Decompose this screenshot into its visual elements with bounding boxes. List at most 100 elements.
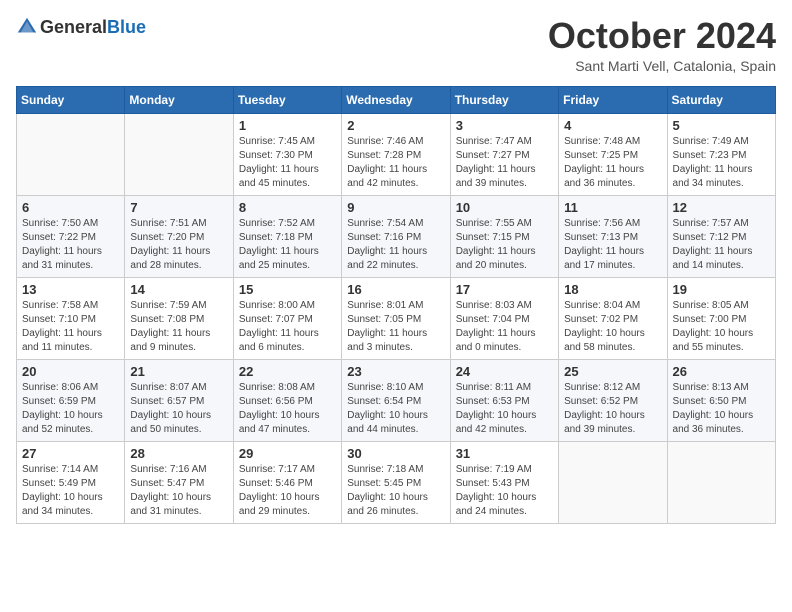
day-detail: Sunrise: 7:52 AM Sunset: 7:18 PM Dayligh… (239, 217, 336, 273)
sunrise-text: Sunrise: 7:50 AM (22, 218, 98, 229)
sunset-text: Sunset: 7:18 PM (239, 232, 313, 243)
day-number: 14 (130, 282, 227, 297)
daylight-text: Daylight: 11 hours and 34 minutes. (673, 164, 753, 189)
sunrise-text: Sunrise: 7:19 AM (456, 464, 532, 475)
sunset-text: Sunset: 6:54 PM (347, 396, 421, 407)
sunset-text: Sunset: 7:05 PM (347, 314, 421, 325)
sunset-text: Sunset: 5:45 PM (347, 478, 421, 489)
day-number: 1 (239, 118, 336, 133)
day-number: 29 (239, 446, 336, 461)
sunset-text: Sunset: 6:59 PM (22, 396, 96, 407)
day-number: 5 (673, 118, 770, 133)
sunrise-text: Sunrise: 7:54 AM (347, 218, 423, 229)
sunset-text: Sunset: 7:15 PM (456, 232, 530, 243)
table-row: 31 Sunrise: 7:19 AM Sunset: 5:43 PM Dayl… (450, 441, 558, 523)
day-number: 19 (673, 282, 770, 297)
calendar-week-2: 6 Sunrise: 7:50 AM Sunset: 7:22 PM Dayli… (17, 195, 776, 277)
day-number: 24 (456, 364, 553, 379)
daylight-text: Daylight: 11 hours and 11 minutes. (22, 328, 102, 353)
day-number: 10 (456, 200, 553, 215)
table-row: 8 Sunrise: 7:52 AM Sunset: 7:18 PM Dayli… (233, 195, 341, 277)
day-detail: Sunrise: 8:12 AM Sunset: 6:52 PM Dayligh… (564, 381, 661, 437)
header-wednesday: Wednesday (342, 86, 450, 113)
day-detail: Sunrise: 7:56 AM Sunset: 7:13 PM Dayligh… (564, 217, 661, 273)
daylight-text: Daylight: 11 hours and 25 minutes. (239, 246, 319, 271)
day-detail: Sunrise: 8:08 AM Sunset: 6:56 PM Dayligh… (239, 381, 336, 437)
sunrise-text: Sunrise: 8:06 AM (22, 382, 98, 393)
sunrise-text: Sunrise: 7:17 AM (239, 464, 315, 475)
daylight-text: Daylight: 10 hours and 36 minutes. (673, 410, 754, 435)
location-title: Sant Marti Vell, Catalonia, Spain (548, 58, 776, 74)
sunset-text: Sunset: 7:07 PM (239, 314, 313, 325)
daylight-text: Daylight: 10 hours and 26 minutes. (347, 492, 428, 517)
day-number: 22 (239, 364, 336, 379)
table-row: 29 Sunrise: 7:17 AM Sunset: 5:46 PM Dayl… (233, 441, 341, 523)
sunset-text: Sunset: 6:52 PM (564, 396, 638, 407)
day-detail: Sunrise: 8:07 AM Sunset: 6:57 PM Dayligh… (130, 381, 227, 437)
sunrise-text: Sunrise: 7:45 AM (239, 136, 315, 147)
day-detail: Sunrise: 7:47 AM Sunset: 7:27 PM Dayligh… (456, 135, 553, 191)
sunset-text: Sunset: 7:28 PM (347, 150, 421, 161)
header-friday: Friday (559, 86, 667, 113)
header-tuesday: Tuesday (233, 86, 341, 113)
sunset-text: Sunset: 6:53 PM (456, 396, 530, 407)
daylight-text: Daylight: 11 hours and 9 minutes. (130, 328, 210, 353)
sunrise-text: Sunrise: 8:12 AM (564, 382, 640, 393)
table-row: 7 Sunrise: 7:51 AM Sunset: 7:20 PM Dayli… (125, 195, 233, 277)
daylight-text: Daylight: 11 hours and 20 minutes. (456, 246, 536, 271)
table-row: 28 Sunrise: 7:16 AM Sunset: 5:47 PM Dayl… (125, 441, 233, 523)
table-row: 30 Sunrise: 7:18 AM Sunset: 5:45 PM Dayl… (342, 441, 450, 523)
table-row (17, 113, 125, 195)
daylight-text: Daylight: 11 hours and 36 minutes. (564, 164, 644, 189)
day-detail: Sunrise: 7:54 AM Sunset: 7:16 PM Dayligh… (347, 217, 444, 273)
day-detail: Sunrise: 7:57 AM Sunset: 7:12 PM Dayligh… (673, 217, 770, 273)
day-number: 21 (130, 364, 227, 379)
day-number: 18 (564, 282, 661, 297)
table-row: 27 Sunrise: 7:14 AM Sunset: 5:49 PM Dayl… (17, 441, 125, 523)
sunset-text: Sunset: 7:08 PM (130, 314, 204, 325)
table-row: 9 Sunrise: 7:54 AM Sunset: 7:16 PM Dayli… (342, 195, 450, 277)
sunrise-text: Sunrise: 7:56 AM (564, 218, 640, 229)
sunrise-text: Sunrise: 8:08 AM (239, 382, 315, 393)
table-row (125, 113, 233, 195)
table-row: 13 Sunrise: 7:58 AM Sunset: 7:10 PM Dayl… (17, 277, 125, 359)
day-number: 16 (347, 282, 444, 297)
daylight-text: Daylight: 11 hours and 31 minutes. (22, 246, 102, 271)
day-number: 28 (130, 446, 227, 461)
table-row: 22 Sunrise: 8:08 AM Sunset: 6:56 PM Dayl… (233, 359, 341, 441)
day-number: 2 (347, 118, 444, 133)
day-number: 25 (564, 364, 661, 379)
calendar-week-1: 1 Sunrise: 7:45 AM Sunset: 7:30 PM Dayli… (17, 113, 776, 195)
daylight-text: Daylight: 11 hours and 14 minutes. (673, 246, 753, 271)
sunrise-text: Sunrise: 7:52 AM (239, 218, 315, 229)
sunset-text: Sunset: 7:10 PM (22, 314, 96, 325)
day-detail: Sunrise: 8:05 AM Sunset: 7:00 PM Dayligh… (673, 299, 770, 355)
sunrise-text: Sunrise: 7:55 AM (456, 218, 532, 229)
day-number: 13 (22, 282, 119, 297)
table-row: 3 Sunrise: 7:47 AM Sunset: 7:27 PM Dayli… (450, 113, 558, 195)
day-detail: Sunrise: 7:58 AM Sunset: 7:10 PM Dayligh… (22, 299, 119, 355)
table-row: 19 Sunrise: 8:05 AM Sunset: 7:00 PM Dayl… (667, 277, 775, 359)
calendar-week-3: 13 Sunrise: 7:58 AM Sunset: 7:10 PM Dayl… (17, 277, 776, 359)
calendar-header-row: Sunday Monday Tuesday Wednesday Thursday… (17, 86, 776, 113)
daylight-text: Daylight: 10 hours and 29 minutes. (239, 492, 320, 517)
day-number: 4 (564, 118, 661, 133)
sunset-text: Sunset: 6:57 PM (130, 396, 204, 407)
header-monday: Monday (125, 86, 233, 113)
logo-general-text: General (40, 17, 107, 38)
sunrise-text: Sunrise: 7:16 AM (130, 464, 206, 475)
calendar-week-5: 27 Sunrise: 7:14 AM Sunset: 5:49 PM Dayl… (17, 441, 776, 523)
calendar-table: Sunday Monday Tuesday Wednesday Thursday… (16, 86, 776, 524)
sunset-text: Sunset: 5:49 PM (22, 478, 96, 489)
sunset-text: Sunset: 5:43 PM (456, 478, 530, 489)
sunset-text: Sunset: 7:16 PM (347, 232, 421, 243)
day-detail: Sunrise: 8:01 AM Sunset: 7:05 PM Dayligh… (347, 299, 444, 355)
table-row: 12 Sunrise: 7:57 AM Sunset: 7:12 PM Dayl… (667, 195, 775, 277)
logo: GeneralBlue (16, 16, 146, 38)
day-detail: Sunrise: 8:11 AM Sunset: 6:53 PM Dayligh… (456, 381, 553, 437)
table-row: 5 Sunrise: 7:49 AM Sunset: 7:23 PM Dayli… (667, 113, 775, 195)
table-row: 23 Sunrise: 8:10 AM Sunset: 6:54 PM Dayl… (342, 359, 450, 441)
sunrise-text: Sunrise: 7:48 AM (564, 136, 640, 147)
table-row: 21 Sunrise: 8:07 AM Sunset: 6:57 PM Dayl… (125, 359, 233, 441)
sunrise-text: Sunrise: 7:58 AM (22, 300, 98, 311)
